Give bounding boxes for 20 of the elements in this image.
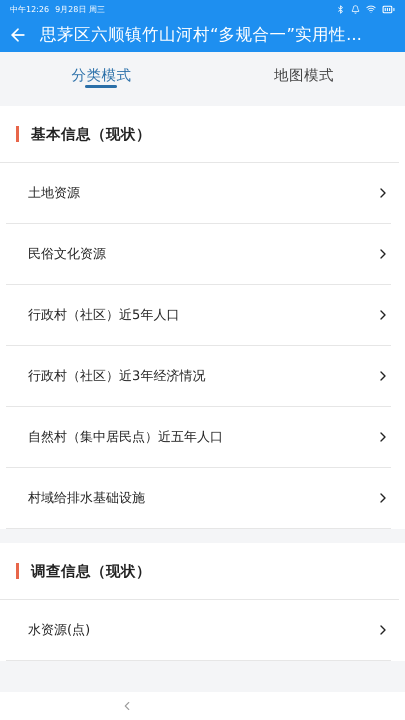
list-item[interactable]: 土地资源 [6, 163, 391, 224]
list-item[interactable]: 行政村（社区）近5年人口 [6, 285, 391, 346]
section-title: 调查信息（现状） [31, 562, 151, 580]
list-item[interactable]: 行政村（社区）近3年经济情况 [6, 346, 391, 407]
status-time: 中午12:26 [10, 4, 50, 14]
list-item[interactable]: 民俗文化资源 [6, 224, 391, 285]
list-item[interactable]: 水资源(点) [6, 600, 391, 661]
battery-icon [382, 2, 395, 16]
wifi-icon [366, 4, 376, 14]
list-item[interactable]: 村域给排水基础设施 [6, 468, 391, 529]
tab[interactable]: 地图模式 [202, 52, 405, 98]
accent-bar [16, 126, 19, 142]
status-date: 9月28日 周三 [55, 4, 105, 14]
page-title: 思茅区六顺镇竹山河村“多规合一”实用性... [40, 24, 362, 46]
bluetooth-icon [336, 4, 345, 14]
bell-icon [351, 4, 360, 14]
section-title: 基本信息（现状） [31, 126, 151, 144]
accent-bar [16, 563, 19, 579]
tab[interactable]: 分类模式 [0, 52, 202, 98]
list-item[interactable]: 自然村（集中居民点）近五年人口 [6, 407, 391, 468]
